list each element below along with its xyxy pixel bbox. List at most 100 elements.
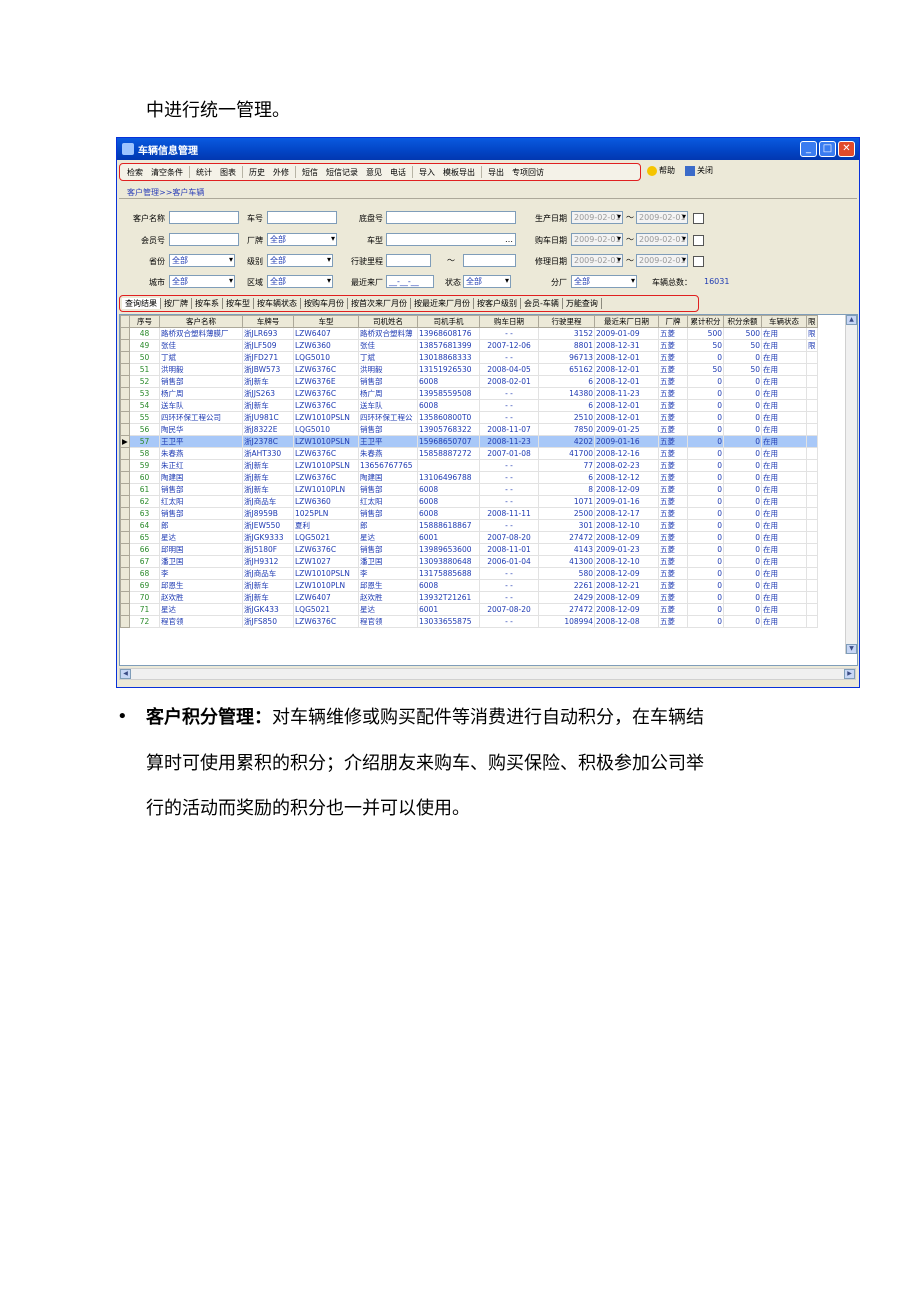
close-button[interactable]: 关闭 bbox=[685, 165, 713, 176]
horizontal-scrollbar[interactable]: ◀ ▶ bbox=[119, 668, 856, 680]
tab-5[interactable]: 按购车月份 bbox=[301, 298, 348, 309]
toolbar-button-9[interactable]: 电话 bbox=[386, 167, 410, 178]
vertical-scrollbar[interactable]: ▲ ▼ bbox=[845, 315, 857, 654]
repair-date-from[interactable]: 2009-02-01 bbox=[571, 254, 623, 267]
column-header[interactable]: 序号 bbox=[129, 315, 160, 328]
toolbar-button-3[interactable]: 图表 bbox=[216, 167, 240, 178]
table-row[interactable]: ▶ 57 王卫平 浙J2378C LZW1010PSLN 王卫平 15968650707 20… bbox=[120, 435, 818, 448]
table-row[interactable]: 52 销售部 浙J新车 LZW6376E 销售部 6008 2008-02-01 6 2008-… bbox=[120, 375, 818, 388]
row-header[interactable] bbox=[120, 615, 130, 628]
table-row[interactable]: 63 销售部 浙J8959B 1025PLN 销售部 6008 2008-11-11 2500… bbox=[120, 507, 818, 520]
toolbar-button-2[interactable]: 统计 bbox=[192, 167, 216, 178]
toolbar-button-10[interactable]: 导入 bbox=[415, 167, 439, 178]
model-input[interactable]: … bbox=[386, 233, 516, 246]
row-header[interactable] bbox=[120, 543, 130, 556]
table-row[interactable]: 48 路桥双合塑料薄膜厂 浙JLR693 LZW6407 路桥双合塑料薄 13968608… bbox=[120, 327, 818, 340]
row-header[interactable] bbox=[120, 603, 130, 616]
table-row[interactable]: 61 销售部 浙J新车 LZW1010PLN 销售部 6008- -8 2008-12-09… bbox=[120, 483, 818, 496]
row-header[interactable] bbox=[120, 591, 130, 604]
brand-select[interactable]: 全部 bbox=[267, 233, 337, 246]
table-row[interactable]: 70 赵欢胜 浙J新车 LZW6407 赵欢胜 13932T21261- -2429 200… bbox=[120, 591, 818, 604]
tab-9[interactable]: 会员-车辆 bbox=[521, 298, 563, 309]
toolbar-button-13[interactable]: 专项回访 bbox=[508, 167, 548, 178]
row-header[interactable] bbox=[120, 447, 130, 460]
tab-10[interactable]: 万能查询 bbox=[563, 298, 602, 309]
toolbar-button-8[interactable]: 意见 bbox=[362, 167, 386, 178]
table-row[interactable]: 58 朱春燕 浙AHT330 LZW6376C 朱春燕 15858887272 2007-0… bbox=[120, 447, 818, 460]
toolbar-button-7[interactable]: 短信记录 bbox=[322, 167, 362, 178]
table-row[interactable]: 54 送车队 浙J新车 LZW6376C 送车队 6008- -6 2008-12-01 五菱… bbox=[120, 399, 818, 412]
toolbar-button-1[interactable]: 清空条件 bbox=[147, 167, 187, 178]
table-row[interactable]: 72 程官领 浙JFS850 LZW6376C 程官领 13033655875- -108… bbox=[120, 615, 818, 628]
table-row[interactable]: 51 洪明毅 浙JBW573 LZW6376C 洪明毅 13151926530 2008-0… bbox=[120, 363, 818, 376]
tab-1[interactable]: 按厂牌 bbox=[161, 298, 192, 309]
table-row[interactable]: 67 潘卫国 浙JH9312 LZW1027 潘卫国 13093880648 2006-01… bbox=[120, 555, 818, 568]
scroll-up-icon[interactable]: ▲ bbox=[846, 315, 857, 325]
table-row[interactable]: 64 郎浙JEW550 夏利郎 15888618867- -301 2008-12-10… bbox=[120, 519, 818, 532]
toolbar-button-12[interactable]: 导出 bbox=[484, 167, 508, 178]
column-header[interactable]: 积分余额 bbox=[723, 315, 762, 328]
prod-date-checkbox[interactable] bbox=[693, 213, 704, 224]
buy-date-checkbox[interactable] bbox=[693, 235, 704, 246]
toolbar-button-0[interactable]: 检索 bbox=[123, 167, 147, 178]
row-header[interactable] bbox=[120, 579, 130, 592]
table-row[interactable]: 53 杨广周 浙JJS263 LZW6376C 杨广周 13958559508- -143… bbox=[120, 387, 818, 400]
column-header[interactable]: 厂牌 bbox=[658, 315, 688, 328]
table-row[interactable]: 55 四环环保工程公司 浙JU981C LZW1010PSLN 四环环保工程公 13586… bbox=[120, 411, 818, 424]
table-row[interactable]: 68 李浙J商品车 LZW1010PSLN 李 13175885688- -580 200… bbox=[120, 567, 818, 580]
row-header[interactable] bbox=[120, 399, 130, 412]
column-header[interactable]: 司机手机 bbox=[417, 315, 480, 328]
buy-date-from[interactable]: 2009-02-01 bbox=[571, 233, 623, 246]
maximize-button[interactable]: □ bbox=[819, 141, 836, 157]
plate-input[interactable] bbox=[267, 211, 337, 224]
branch-select[interactable]: 全部 bbox=[571, 275, 637, 288]
tab-7[interactable]: 按最近来厂月份 bbox=[411, 298, 474, 309]
repair-date-checkbox[interactable] bbox=[693, 256, 704, 267]
table-row[interactable]: 49 张佳 浙JLF509 LZW6360 张佳 13857681399 2007-12-0… bbox=[120, 339, 818, 352]
row-header[interactable] bbox=[120, 363, 130, 376]
table-row[interactable]: 65 星达 浙JGK9333 LQG5021 星达 6001 2007-08-20 27472… bbox=[120, 531, 818, 544]
breadcrumb[interactable]: 客户管理>>客户车辆 bbox=[127, 187, 204, 198]
scroll-left-icon[interactable]: ◀ bbox=[120, 669, 131, 679]
row-header[interactable] bbox=[120, 531, 130, 544]
row-header[interactable] bbox=[120, 339, 130, 352]
table-row[interactable]: 50 丁斌 浙JFD271 LQG5010 丁斌 13018868333- -96713 2… bbox=[120, 351, 818, 364]
scroll-down-icon[interactable]: ▼ bbox=[846, 644, 857, 654]
tab-4[interactable]: 按车辆状态 bbox=[254, 298, 301, 309]
toolbar-button-4[interactable]: 历史 bbox=[245, 167, 269, 178]
mileage-from[interactable] bbox=[386, 254, 431, 267]
row-header[interactable] bbox=[120, 459, 130, 472]
tab-0[interactable]: 查询结果 bbox=[122, 298, 161, 309]
column-header[interactable]: 行驶里程 bbox=[538, 315, 595, 328]
column-header[interactable]: 车型 bbox=[293, 315, 359, 328]
level-select[interactable]: 全部 bbox=[267, 254, 333, 267]
table-row[interactable]: 56 陶民华 浙J8322E LQG5010 销售部 13905768322 2008-11… bbox=[120, 423, 818, 436]
column-header[interactable]: 购车日期 bbox=[479, 315, 539, 328]
row-header[interactable] bbox=[120, 351, 130, 364]
table-row[interactable]: 60 陶建国 浙J新车 LZW6376C 陶建国 13106496788- -6 2008-… bbox=[120, 471, 818, 484]
row-header[interactable] bbox=[120, 327, 130, 340]
repair-date-to[interactable]: 2009-02-01 bbox=[636, 254, 688, 267]
buy-date-to[interactable]: 2009-02-01 bbox=[636, 233, 688, 246]
column-header[interactable]: 限 bbox=[806, 315, 818, 328]
close-window-button[interactable]: ✕ bbox=[838, 141, 855, 157]
column-header[interactable]: 客户名称 bbox=[159, 315, 243, 328]
chassis-input[interactable] bbox=[386, 211, 516, 224]
more-icon[interactable]: … bbox=[505, 234, 513, 245]
column-header[interactable]: 最近来厂日期 bbox=[594, 315, 659, 328]
prod-date-to[interactable]: 2009-02-01 bbox=[636, 211, 688, 224]
prod-date-from[interactable]: 2009-02-01 bbox=[571, 211, 623, 224]
row-header[interactable] bbox=[120, 507, 130, 520]
mileage-to[interactable] bbox=[463, 254, 516, 267]
row-header[interactable] bbox=[120, 375, 130, 388]
help-button[interactable]: 帮助 bbox=[647, 165, 675, 176]
column-header[interactable]: 车辆状态 bbox=[761, 315, 807, 328]
row-header[interactable] bbox=[120, 411, 130, 424]
row-header[interactable] bbox=[120, 495, 130, 508]
table-row[interactable]: 66 邱明国 浙J5180F LZW6376C 销售部 13989653600 2008-1… bbox=[120, 543, 818, 556]
toolbar-button-11[interactable]: 模板导出 bbox=[439, 167, 479, 178]
row-header[interactable] bbox=[120, 483, 130, 496]
column-header[interactable]: 车牌号 bbox=[242, 315, 294, 328]
tab-6[interactable]: 按首次来厂月份 bbox=[348, 298, 411, 309]
table-row[interactable]: 59 朱正红 浙J新车 LZW1010PSLN 13656767765 - -77 2008… bbox=[120, 459, 818, 472]
